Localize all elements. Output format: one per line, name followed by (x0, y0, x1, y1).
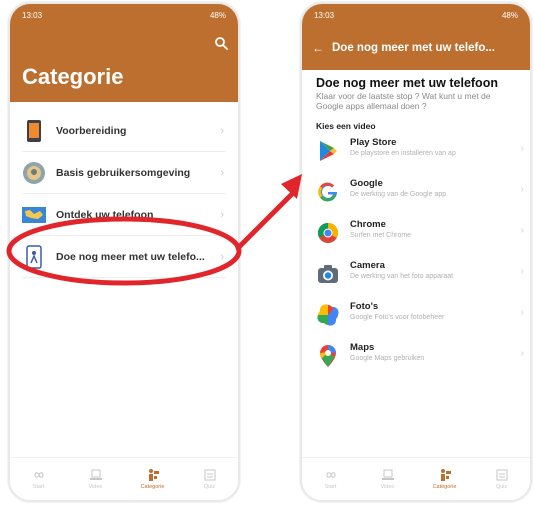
category-icon (440, 469, 451, 481)
video-title: Maps (350, 342, 375, 353)
status-time: 13:03 (314, 10, 335, 20)
video-item-play-store[interactable]: Play Store De playstore en installeren v… (302, 137, 530, 178)
chevron-right-icon: › (220, 208, 224, 221)
header-title: Doe nog meer met uw telefo... (332, 42, 495, 54)
chevron-right-icon: › (520, 307, 524, 318)
intro: Doe nog meer met uw telefoon Klaar voor … (302, 70, 530, 111)
chevron-right-icon: › (220, 250, 224, 263)
status-battery: 48% (501, 10, 518, 20)
photos-icon (316, 303, 340, 327)
app-bar: ← Doe nog meer met uw telefo... (302, 26, 530, 70)
video-item-google[interactable]: Google De werking van de Google app › (302, 178, 530, 219)
chevron-right-icon: › (520, 266, 524, 277)
video-title: Google (350, 178, 383, 189)
bottom-nav: Start Video Categorie Quiz (10, 457, 238, 500)
page-title: Categorie (22, 64, 124, 89)
left-header: 13:03 48% Categorie (10, 4, 238, 102)
category-item-ontdek[interactable]: Ontdek uw telefoon › (22, 194, 226, 236)
video-title: Play Store (350, 137, 397, 148)
video-subtitle: Google Maps gebruiken (350, 355, 425, 362)
nav-start[interactable]: Start (311, 468, 351, 490)
video-item-fotos[interactable]: Foto's Google Foto's voor fotobeheer › (302, 301, 530, 342)
video-subtitle: De playstore en installeren van ap (350, 150, 456, 157)
right-header: 13:03 48% ← Doe nog meer met uw telefo..… (302, 4, 530, 70)
category-item-basis[interactable]: Basis gebruikersomgeving › (22, 152, 226, 194)
chevron-right-icon: › (520, 184, 524, 195)
video-subtitle: De werking van de Google app (350, 191, 447, 198)
video-item-chrome[interactable]: Chrome Surfen met Chrome › (302, 219, 530, 260)
chevron-right-icon: › (520, 143, 524, 154)
bottom-nav: Start Video Categorie Quiz (302, 457, 530, 500)
intro-subtitle: Klaar voor de laatste stop ? Wat kunt u … (316, 91, 491, 111)
video-subtitle: Surfen met Chrome (350, 232, 412, 239)
google-icon (316, 180, 340, 204)
camera-icon (316, 262, 340, 286)
search-icon[interactable] (214, 36, 228, 50)
quiz-icon (496, 469, 507, 481)
category-label: Ontdek uw telefoon (56, 208, 154, 221)
quiz-icon (204, 469, 215, 481)
phone-left: 13:03 48% Categorie Voorbereiding › Basi… (8, 2, 240, 502)
video-item-maps[interactable]: Maps Google Maps gebruiken › (302, 342, 530, 383)
video-subtitle: Google Foto's voor fotobeheer (350, 314, 445, 321)
category-item-voorbereiding[interactable]: Voorbereiding › (22, 110, 226, 152)
category-label: Basis gebruikersomgeving (56, 166, 191, 179)
nav-start[interactable]: Start (19, 468, 59, 490)
infinity-icon (33, 472, 44, 478)
category-item-doe-nog-meer[interactable]: Doe nog meer met uw telefo... › (22, 236, 226, 278)
video-title: Foto's (350, 301, 379, 312)
badge-icon (22, 161, 46, 185)
nav-quiz[interactable]: Quiz (190, 468, 230, 490)
phone-right: 13:03 48% ← Doe nog meer met uw telefo..… (300, 2, 532, 502)
map-icon (22, 203, 46, 227)
laptop-icon (381, 469, 394, 480)
nav-video[interactable]: Video (76, 468, 116, 490)
video-item-camera[interactable]: Camera De werking van het foto apparaat … (302, 260, 530, 301)
category-label: Voorbereiding (56, 124, 127, 137)
chrome-icon (316, 221, 340, 245)
phone-icon (22, 119, 46, 143)
chevron-right-icon: › (520, 225, 524, 236)
category-icon (148, 469, 159, 481)
section-label: Kies een video (316, 121, 376, 131)
nav-categorie[interactable]: Categorie (425, 468, 465, 490)
intro-title: Doe nog meer met uw telefoon (316, 76, 498, 90)
arrow-head (281, 174, 302, 199)
chevron-right-icon: › (220, 124, 224, 137)
title-area: Categorie (10, 26, 238, 102)
status-battery: 48% (209, 10, 226, 20)
chevron-right-icon: › (520, 348, 524, 359)
status-bar: 13:03 48% (10, 4, 238, 26)
chevron-right-icon: › (220, 166, 224, 179)
nav-categorie[interactable]: Categorie (133, 468, 173, 490)
video-title: Camera (350, 260, 385, 271)
laptop-icon (89, 469, 102, 480)
play-store-icon (316, 139, 340, 163)
phone-person-icon (22, 244, 46, 269)
status-bar: 13:03 48% (302, 4, 530, 26)
category-label: Doe nog meer met uw telefo... (56, 250, 205, 263)
annotation-arrow (235, 187, 299, 251)
video-subtitle: De werking van het foto apparaat (350, 273, 454, 280)
infinity-icon (325, 472, 336, 478)
nav-video[interactable]: Video (368, 468, 408, 490)
video-list: Play Store De playstore en installeren v… (302, 137, 530, 383)
status-time: 13:03 (22, 10, 43, 20)
video-title: Chrome (350, 219, 386, 230)
nav-quiz[interactable]: Quiz (482, 468, 522, 490)
back-arrow-icon[interactable]: ← (312, 41, 324, 55)
maps-icon (316, 344, 340, 368)
category-list: Voorbereiding › Basis gebruikersomgeving… (10, 110, 238, 278)
